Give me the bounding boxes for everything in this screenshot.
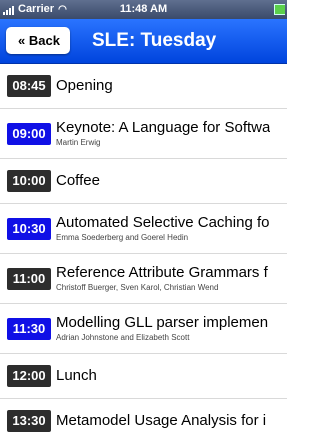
session-row[interactable]: 10:30 Automated Selective Caching fo Emma …: [0, 204, 287, 254]
session-title: Keynote: A Language for Softwa: [56, 119, 271, 136]
session-title: Opening: [56, 77, 113, 94]
session-title: Automated Selective Caching fo: [56, 214, 270, 231]
time-badge: 10:30: [7, 217, 51, 240]
session-text: Metamodel Usage Analysis for i: [56, 412, 266, 430]
time-badge: 10:00: [7, 170, 51, 192]
time-badge: 12:00: [7, 365, 51, 387]
session-text: Modelling GLL parser implemen Adrian John…: [56, 314, 268, 343]
session-row[interactable]: 12:00 Lunch: [0, 354, 287, 399]
status-time: 11:48 AM: [119, 3, 168, 15]
session-text: Opening: [56, 77, 113, 95]
time-badge: 09:00: [7, 122, 51, 145]
session-title: Lunch: [56, 367, 97, 384]
time-badge: 11:00: [7, 267, 51, 290]
session-text: Coffee: [56, 172, 100, 190]
back-button[interactable]: « Back: [6, 27, 70, 54]
session-row[interactable]: 11:00 Reference Attribute Grammars f Chris…: [0, 254, 287, 304]
session-title: Reference Attribute Grammars f: [56, 264, 268, 281]
session-title: Modelling GLL parser implemen: [56, 314, 269, 331]
session-text: Lunch: [56, 367, 97, 385]
session-list[interactable]: 08:45 Opening 09:00 Keynote: A Language for…: [0, 64, 287, 436]
session-authors: Martin Erwig: [56, 138, 101, 147]
page-title: SLE: Tuesday: [92, 30, 217, 51]
session-title: Coffee: [56, 172, 100, 189]
time-badge: 08:45: [7, 75, 51, 97]
session-row[interactable]: 11:30 Modelling GLL parser implemen Adrian…: [0, 304, 287, 354]
battery-icon: [274, 4, 285, 15]
session-row[interactable]: 10:00 Coffee: [0, 159, 287, 204]
session-authors: Christoff Buerger, Sven Karol, Christian…: [56, 283, 219, 292]
session-text: Keynote: A Language for Softwa Martin Erw…: [56, 119, 270, 148]
session-row[interactable]: 09:00 Keynote: A Language for Softwa Marti…: [0, 109, 287, 159]
time-badge: 13:30: [7, 410, 51, 432]
session-authors: Emma Soederberg and Goerel Hedin: [56, 233, 189, 242]
session-row[interactable]: 08:45 Opening: [0, 64, 287, 109]
status-bar: Carrier ◠ 11:48 AM: [0, 0, 287, 19]
session-row[interactable]: 13:30 Metamodel Usage Analysis for i: [0, 399, 287, 436]
session-text: Reference Attribute Grammars f Christoff …: [56, 264, 268, 293]
session-text: Automated Selective Caching fo Emma Soede…: [56, 214, 269, 243]
navigation-bar: « Back SLE: Tuesday: [0, 19, 287, 64]
time-badge: 11:30: [7, 317, 51, 340]
session-title: Metamodel Usage Analysis for i: [56, 412, 267, 429]
session-authors: Adrian Johnstone and Elizabeth Scott: [56, 333, 190, 342]
